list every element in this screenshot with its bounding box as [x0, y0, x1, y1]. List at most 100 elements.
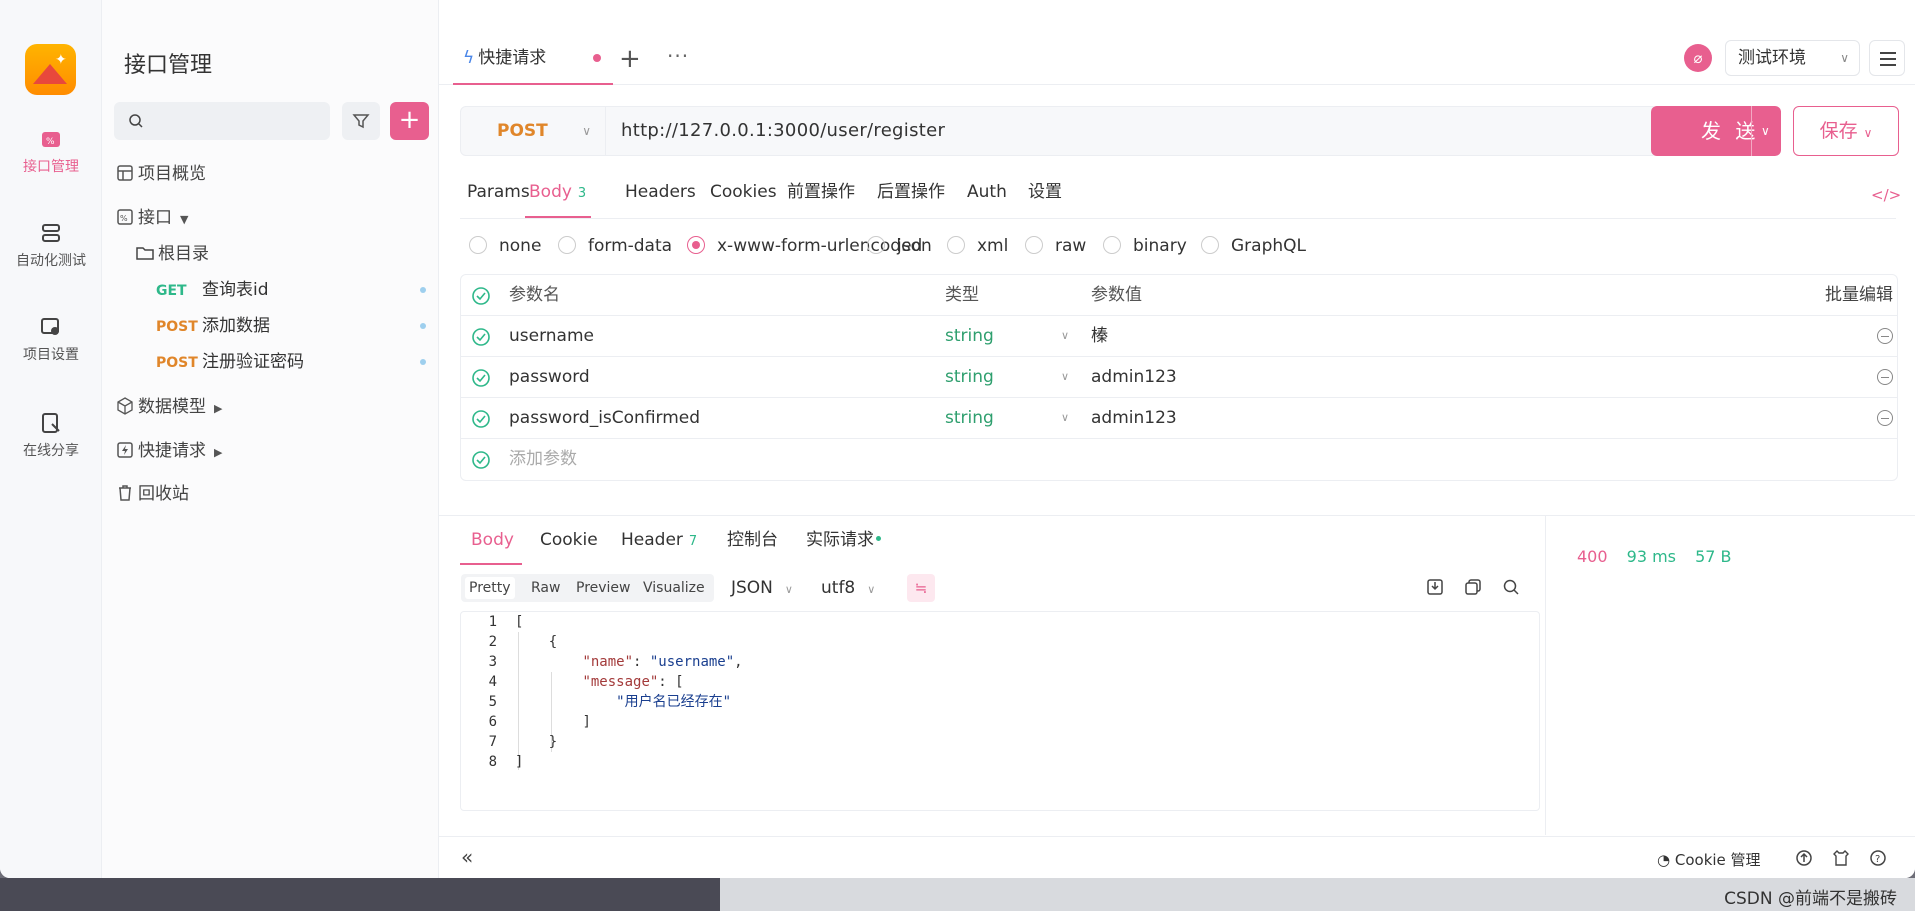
more-tabs-button[interactable]: ··· [667, 44, 689, 68]
endpoint-item[interactable]: POST 添加数据 [156, 314, 426, 338]
tree-item-root[interactable]: 根目录 [136, 242, 209, 266]
download-icon[interactable] [1426, 578, 1444, 596]
param-name[interactable]: password [509, 357, 590, 397]
view-preview[interactable]: Preview [572, 577, 635, 599]
remove-icon[interactable] [1877, 410, 1893, 426]
tab-response-cookie[interactable]: Cookie [540, 528, 598, 564]
code-line: 3 "name": "username", [488, 654, 743, 670]
endpoint-item[interactable]: GET 查询表id [156, 278, 426, 302]
param-name[interactable]: password_isConfirmed [509, 398, 700, 438]
batch-edit-button[interactable]: 批量编辑 [1825, 275, 1893, 315]
tab-auth[interactable]: Auth [967, 180, 1007, 218]
code-line: 2 { [488, 634, 558, 650]
theme-icon[interactable] [1832, 849, 1850, 867]
upload-icon[interactable] [1795, 849, 1813, 867]
filter-button[interactable] [342, 102, 380, 140]
rail-item-project-settings[interactable]: 项目设置 [0, 316, 102, 364]
save-button[interactable]: 保存 ∨ [1793, 106, 1899, 156]
param-type[interactable]: string [945, 398, 994, 438]
view-raw[interactable]: Raw [527, 577, 564, 599]
url-input[interactable]: http://127.0.0.1:3000/user/register [621, 107, 945, 155]
radio-json[interactable]: json [867, 236, 932, 256]
tab-body[interactable]: Body 3 [525, 180, 591, 218]
add-param-row[interactable]: 添加参数 [461, 439, 1897, 480]
rail-item-automation-test[interactable]: 自动化测试 [0, 222, 102, 270]
check-circle-icon[interactable] [471, 286, 491, 306]
param-value[interactable]: 榛 [1091, 316, 1108, 356]
chevron-down-icon[interactable]: ∨ [1061, 316, 1069, 356]
remove-icon[interactable] [1877, 369, 1893, 385]
code-icon[interactable]: </> [1871, 186, 1901, 204]
new-tab-button[interactable]: + [619, 44, 641, 74]
caret-right-icon: ▶ [214, 446, 223, 459]
svg-text:%: % [120, 214, 128, 223]
tab-response-header[interactable]: Header 7 [621, 528, 697, 564]
rail-item-api-management[interactable]: % 接口管理 [0, 128, 102, 176]
check-circle-icon[interactable] [471, 327, 491, 347]
radio-binary[interactable]: binary [1103, 236, 1187, 256]
send-button[interactable]: 发 送 ∨ [1651, 106, 1781, 156]
menu-button[interactable] [1869, 40, 1905, 76]
tab-actual-request[interactable]: 实际请求 [806, 528, 881, 564]
add-button[interactable]: + [390, 102, 429, 140]
radio-raw[interactable]: raw [1025, 236, 1086, 256]
bolt-icon: ϟ [463, 48, 475, 68]
radio-none[interactable]: none [469, 236, 541, 256]
bolt-icon [117, 442, 133, 458]
status-bar: « ◔ Cookie 管理 ? [439, 836, 1915, 878]
radio-xml[interactable]: xml [947, 236, 1008, 256]
tree-item-trash[interactable]: 回收站 [116, 482, 189, 506]
check-circle-icon[interactable] [471, 368, 491, 388]
chevron-down-icon[interactable]: ∨ [1061, 357, 1069, 397]
environment-icon[interactable]: ⌀ [1684, 44, 1712, 72]
tree-item-quick-requests[interactable]: 快捷请求 ▶ [116, 439, 222, 463]
tree-item-overview[interactable]: 项目概览 [116, 162, 206, 186]
endpoint-item[interactable]: POST 注册验证密码 [156, 350, 426, 374]
radio-form-data[interactable]: form-data [558, 236, 672, 256]
add-param-input[interactable]: 添加参数 [509, 439, 577, 479]
search-icon[interactable] [1502, 578, 1520, 596]
tab-cookies[interactable]: Cookies [710, 180, 777, 218]
table-row: password string ∨ admin123 [461, 357, 1897, 398]
tab-headers[interactable]: Headers [625, 180, 696, 218]
method-select[interactable]: POST ∨ [461, 107, 606, 155]
remove-icon[interactable] [1877, 328, 1893, 344]
view-visualize[interactable]: Visualize [639, 577, 709, 599]
cookie-manager-button[interactable]: ◔ Cookie 管理 [1657, 849, 1761, 870]
format-select[interactable]: JSON ∨ [731, 574, 793, 604]
param-type[interactable]: string [945, 316, 994, 356]
tab-bar: ϟ 快捷请求 + ··· ⌀ 测试环境 ∨ [439, 30, 1915, 85]
radio-graphql[interactable]: GraphQL [1201, 236, 1306, 256]
search-input[interactable] [114, 102, 330, 140]
tab-response-body[interactable]: Body [471, 528, 514, 564]
rail-item-online-share[interactable]: 在线分享 [0, 412, 102, 460]
tab-pre-request[interactable]: 前置操作 [787, 180, 855, 218]
tree-item-data-models[interactable]: 数据模型 ▶ [116, 395, 222, 419]
encoding-select[interactable]: utf8 ∨ [821, 574, 875, 604]
tree-item-apis[interactable]: % 接口 ▼ [116, 206, 188, 230]
chevron-down-icon: ∨ [1863, 126, 1873, 140]
tab-settings[interactable]: 设置 [1028, 180, 1062, 218]
check-circle-icon[interactable] [471, 409, 491, 429]
api-folder-icon: % [117, 209, 133, 225]
wrap-lines-icon[interactable]: ≒ [907, 574, 935, 602]
tab-params[interactable]: Params [467, 180, 530, 218]
param-type[interactable]: string [945, 357, 994, 397]
collapse-sidebar-icon[interactable]: « [461, 845, 473, 869]
api-icon: % [42, 132, 60, 147]
response-size: 57 B [1695, 547, 1732, 566]
help-icon[interactable]: ? [1869, 849, 1887, 867]
tab-response-console[interactable]: 控制台 [727, 528, 778, 564]
tab-quick-request[interactable]: ϟ 快捷请求 [453, 38, 613, 85]
param-name[interactable]: username [509, 316, 594, 356]
param-value[interactable]: admin123 [1091, 357, 1177, 397]
chevron-down-icon[interactable]: ∨ [1061, 398, 1069, 438]
param-value[interactable]: admin123 [1091, 398, 1177, 438]
copy-icon[interactable] [1464, 578, 1482, 596]
chevron-down-icon[interactable]: ∨ [1761, 106, 1770, 156]
environment-select[interactable]: 测试环境 ∨ [1725, 40, 1860, 76]
status-dot [420, 287, 426, 293]
response-body-viewer[interactable]: 1[ 2 { 3 "name": "username", 4 "message"… [460, 611, 1540, 811]
view-pretty[interactable]: Pretty [465, 577, 515, 599]
tab-post-request[interactable]: 后置操作 [877, 180, 945, 218]
